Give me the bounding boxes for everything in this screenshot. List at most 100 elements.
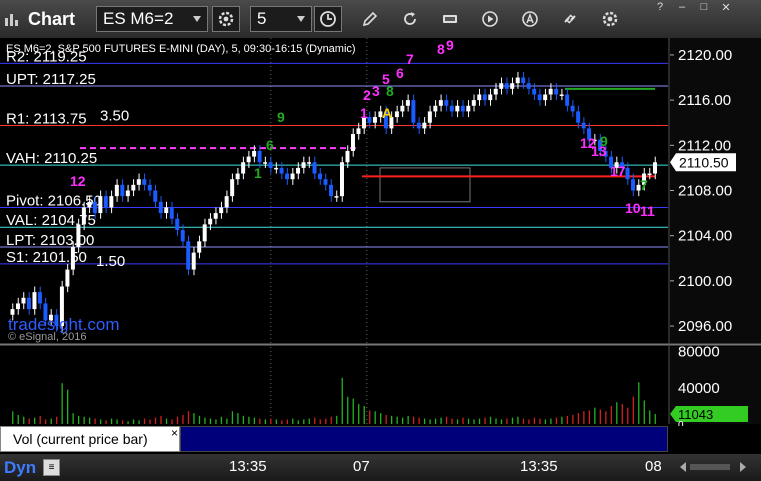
- candle-body: [169, 207, 174, 219]
- study-strip: [180, 426, 668, 452]
- window-title-text: Chart: [28, 8, 76, 29]
- candle-body: [87, 201, 92, 208]
- close-icon[interactable]: ×: [171, 426, 178, 440]
- sequence-count-label: 1: [360, 105, 368, 121]
- price-tick-label: 2120.00: [678, 47, 732, 64]
- sequence-count-label: 17: [610, 163, 626, 179]
- draw-tool-button[interactable]: [356, 6, 384, 32]
- candle-body: [350, 134, 355, 151]
- sequence-count-label: 6: [396, 65, 404, 81]
- volume-study-label: Vol (current price bar): [13, 431, 148, 447]
- horizontal-scrollbar[interactable]: [678, 459, 748, 475]
- candle-body: [323, 179, 328, 185]
- link-button[interactable]: [556, 6, 584, 32]
- sequence-count-label: 11: [640, 203, 655, 219]
- candle-body: [32, 292, 37, 310]
- current-price-label: 2110.50: [679, 154, 729, 170]
- candle-body: [532, 88, 537, 95]
- refresh-button[interactable]: [396, 6, 424, 32]
- sequence-count-label: 8: [437, 41, 445, 57]
- sequence-count-label: 9: [277, 109, 285, 125]
- candle-body: [136, 179, 141, 185]
- x-tick-label: 08: [645, 458, 662, 475]
- symbol-dropdown[interactable]: ES M6=2: [96, 6, 208, 32]
- candle-body: [164, 207, 169, 214]
- candle-body: [15, 303, 20, 310]
- candle-body: [120, 184, 125, 197]
- price-tick-label: 2100.00: [678, 273, 732, 290]
- dynamic-mode-label[interactable]: Dyn: [4, 458, 36, 478]
- price-tick-label: 2112.00: [678, 137, 731, 154]
- candle-body: [125, 190, 130, 197]
- candle-body: [367, 117, 372, 123]
- chart-window: Chart ES M6=2 5 ? – □ ✕ 2120.00 2116.00 …: [0, 0, 761, 481]
- chart-info-label: ES M6=2, S&P 500 FUTURES E-MINI (DAY), 5…: [6, 43, 356, 55]
- volume-plot-area[interactable]: [0, 347, 668, 424]
- level-label: R1: 2113.75: [6, 111, 87, 128]
- watermark-copyright: © eSignal, 2016: [8, 331, 86, 343]
- candle-body: [438, 100, 443, 106]
- candle-body: [526, 83, 531, 89]
- symbol-value: ES M6=2: [103, 9, 174, 28]
- candle-body: [213, 213, 218, 219]
- candle-body: [493, 88, 498, 95]
- candle-body: [471, 100, 476, 106]
- candle-body: [175, 218, 180, 231]
- alert-button[interactable]: [516, 6, 544, 32]
- candle-body: [109, 196, 114, 208]
- candle-body: [180, 230, 185, 242]
- candle-body: [653, 162, 657, 174]
- candle-body: [70, 246, 75, 270]
- play-button[interactable]: [476, 6, 504, 32]
- candle-body: [510, 83, 515, 89]
- price-tick-label: 2104.00: [678, 228, 732, 245]
- candle-body: [114, 184, 119, 197]
- candle-body: [81, 207, 86, 225]
- volume-tick-label: 80000: [678, 344, 720, 361]
- help-button[interactable]: ?: [650, 0, 670, 14]
- dynamic-settings-icon[interactable]: ≡: [43, 459, 60, 476]
- candle-body: [400, 105, 405, 112]
- sequence-count-label: 7: [640, 177, 648, 193]
- candle-body: [394, 111, 399, 118]
- candle-body: [433, 105, 438, 112]
- level-label: LPT: 2103.00: [6, 232, 94, 249]
- candle-body: [76, 224, 81, 247]
- candle-body: [482, 94, 487, 101]
- get-data-button[interactable]: [436, 6, 464, 32]
- symbol-settings-button[interactable]: [212, 6, 240, 32]
- maximize-button[interactable]: □: [694, 0, 714, 14]
- refresh-icon: [404, 12, 416, 25]
- minimize-button[interactable]: –: [672, 0, 692, 14]
- candle-body: [548, 88, 553, 95]
- side-label: 3.50: [100, 108, 129, 125]
- candle-body: [455, 105, 460, 112]
- candle-body: [268, 162, 273, 168]
- volume-study-tab[interactable]: Vol (current price bar): [0, 426, 180, 452]
- close-button[interactable]: ✕: [716, 0, 736, 14]
- sequence-count-label: 7: [406, 51, 414, 67]
- candle-body: [647, 173, 652, 176]
- volume-tick-label: 40000: [678, 380, 720, 397]
- interval-settings-button[interactable]: [314, 6, 342, 32]
- get-icon: [443, 15, 457, 23]
- candle-body: [296, 167, 301, 174]
- side-label: 1.50: [96, 253, 125, 270]
- x-tick-label: 13:35: [520, 458, 558, 475]
- gear-icon: [602, 11, 618, 27]
- volume-panel[interactable]: 8000040000110430: [0, 344, 761, 426]
- sequence-count-label: 6: [266, 137, 274, 153]
- x-tick-label: 07: [353, 458, 370, 475]
- interval-dropdown[interactable]: 5: [250, 6, 312, 32]
- signal-marker-label: A: [382, 105, 392, 121]
- chart-canvas[interactable]: 2120.00 2116.00 2112.00 2108.00 2104.00 2100.…: [0, 38, 761, 426]
- candle-body: [444, 100, 449, 106]
- candle-body: [405, 100, 410, 106]
- candle-body: [98, 196, 103, 214]
- candle-body: [285, 173, 290, 180]
- candle-body: [460, 105, 465, 112]
- candle-body: [186, 241, 191, 270]
- settings-button[interactable]: [596, 6, 624, 32]
- chevron-down-icon: [193, 16, 201, 22]
- candle-body: [339, 162, 344, 197]
